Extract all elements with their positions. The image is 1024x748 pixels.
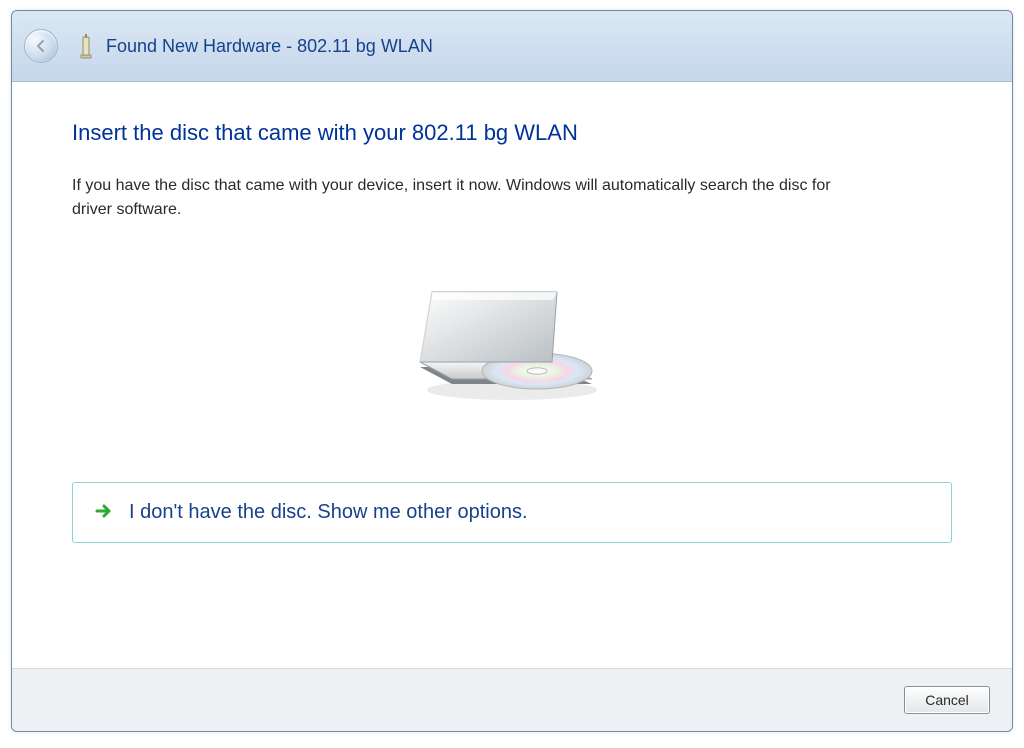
drive-icon bbox=[402, 272, 622, 402]
content-area: Insert the disc that came with your 802.… bbox=[12, 82, 1012, 642]
no-disc-option[interactable]: I don't have the disc. Show me other opt… bbox=[72, 482, 952, 543]
arrow-right-icon bbox=[95, 502, 113, 524]
page-description: If you have the disc that came with your… bbox=[72, 174, 862, 222]
back-arrow-icon bbox=[33, 38, 49, 54]
header-bar: Found New Hardware - 802.11 bg WLAN bbox=[12, 11, 1012, 82]
no-disc-label: I don't have the disc. Show me other opt… bbox=[129, 501, 528, 524]
page-heading: Insert the disc that came with your 802.… bbox=[72, 120, 952, 146]
back-button[interactable] bbox=[24, 29, 58, 63]
footer-bar: Cancel bbox=[12, 668, 1012, 731]
disc-drive-illustration bbox=[72, 272, 952, 402]
wizard-window: Found New Hardware - 802.11 bg WLAN Inse… bbox=[11, 10, 1013, 732]
cancel-button[interactable]: Cancel bbox=[904, 686, 990, 714]
hardware-icon bbox=[76, 33, 96, 59]
window-title: Found New Hardware - 802.11 bg WLAN bbox=[106, 36, 433, 57]
